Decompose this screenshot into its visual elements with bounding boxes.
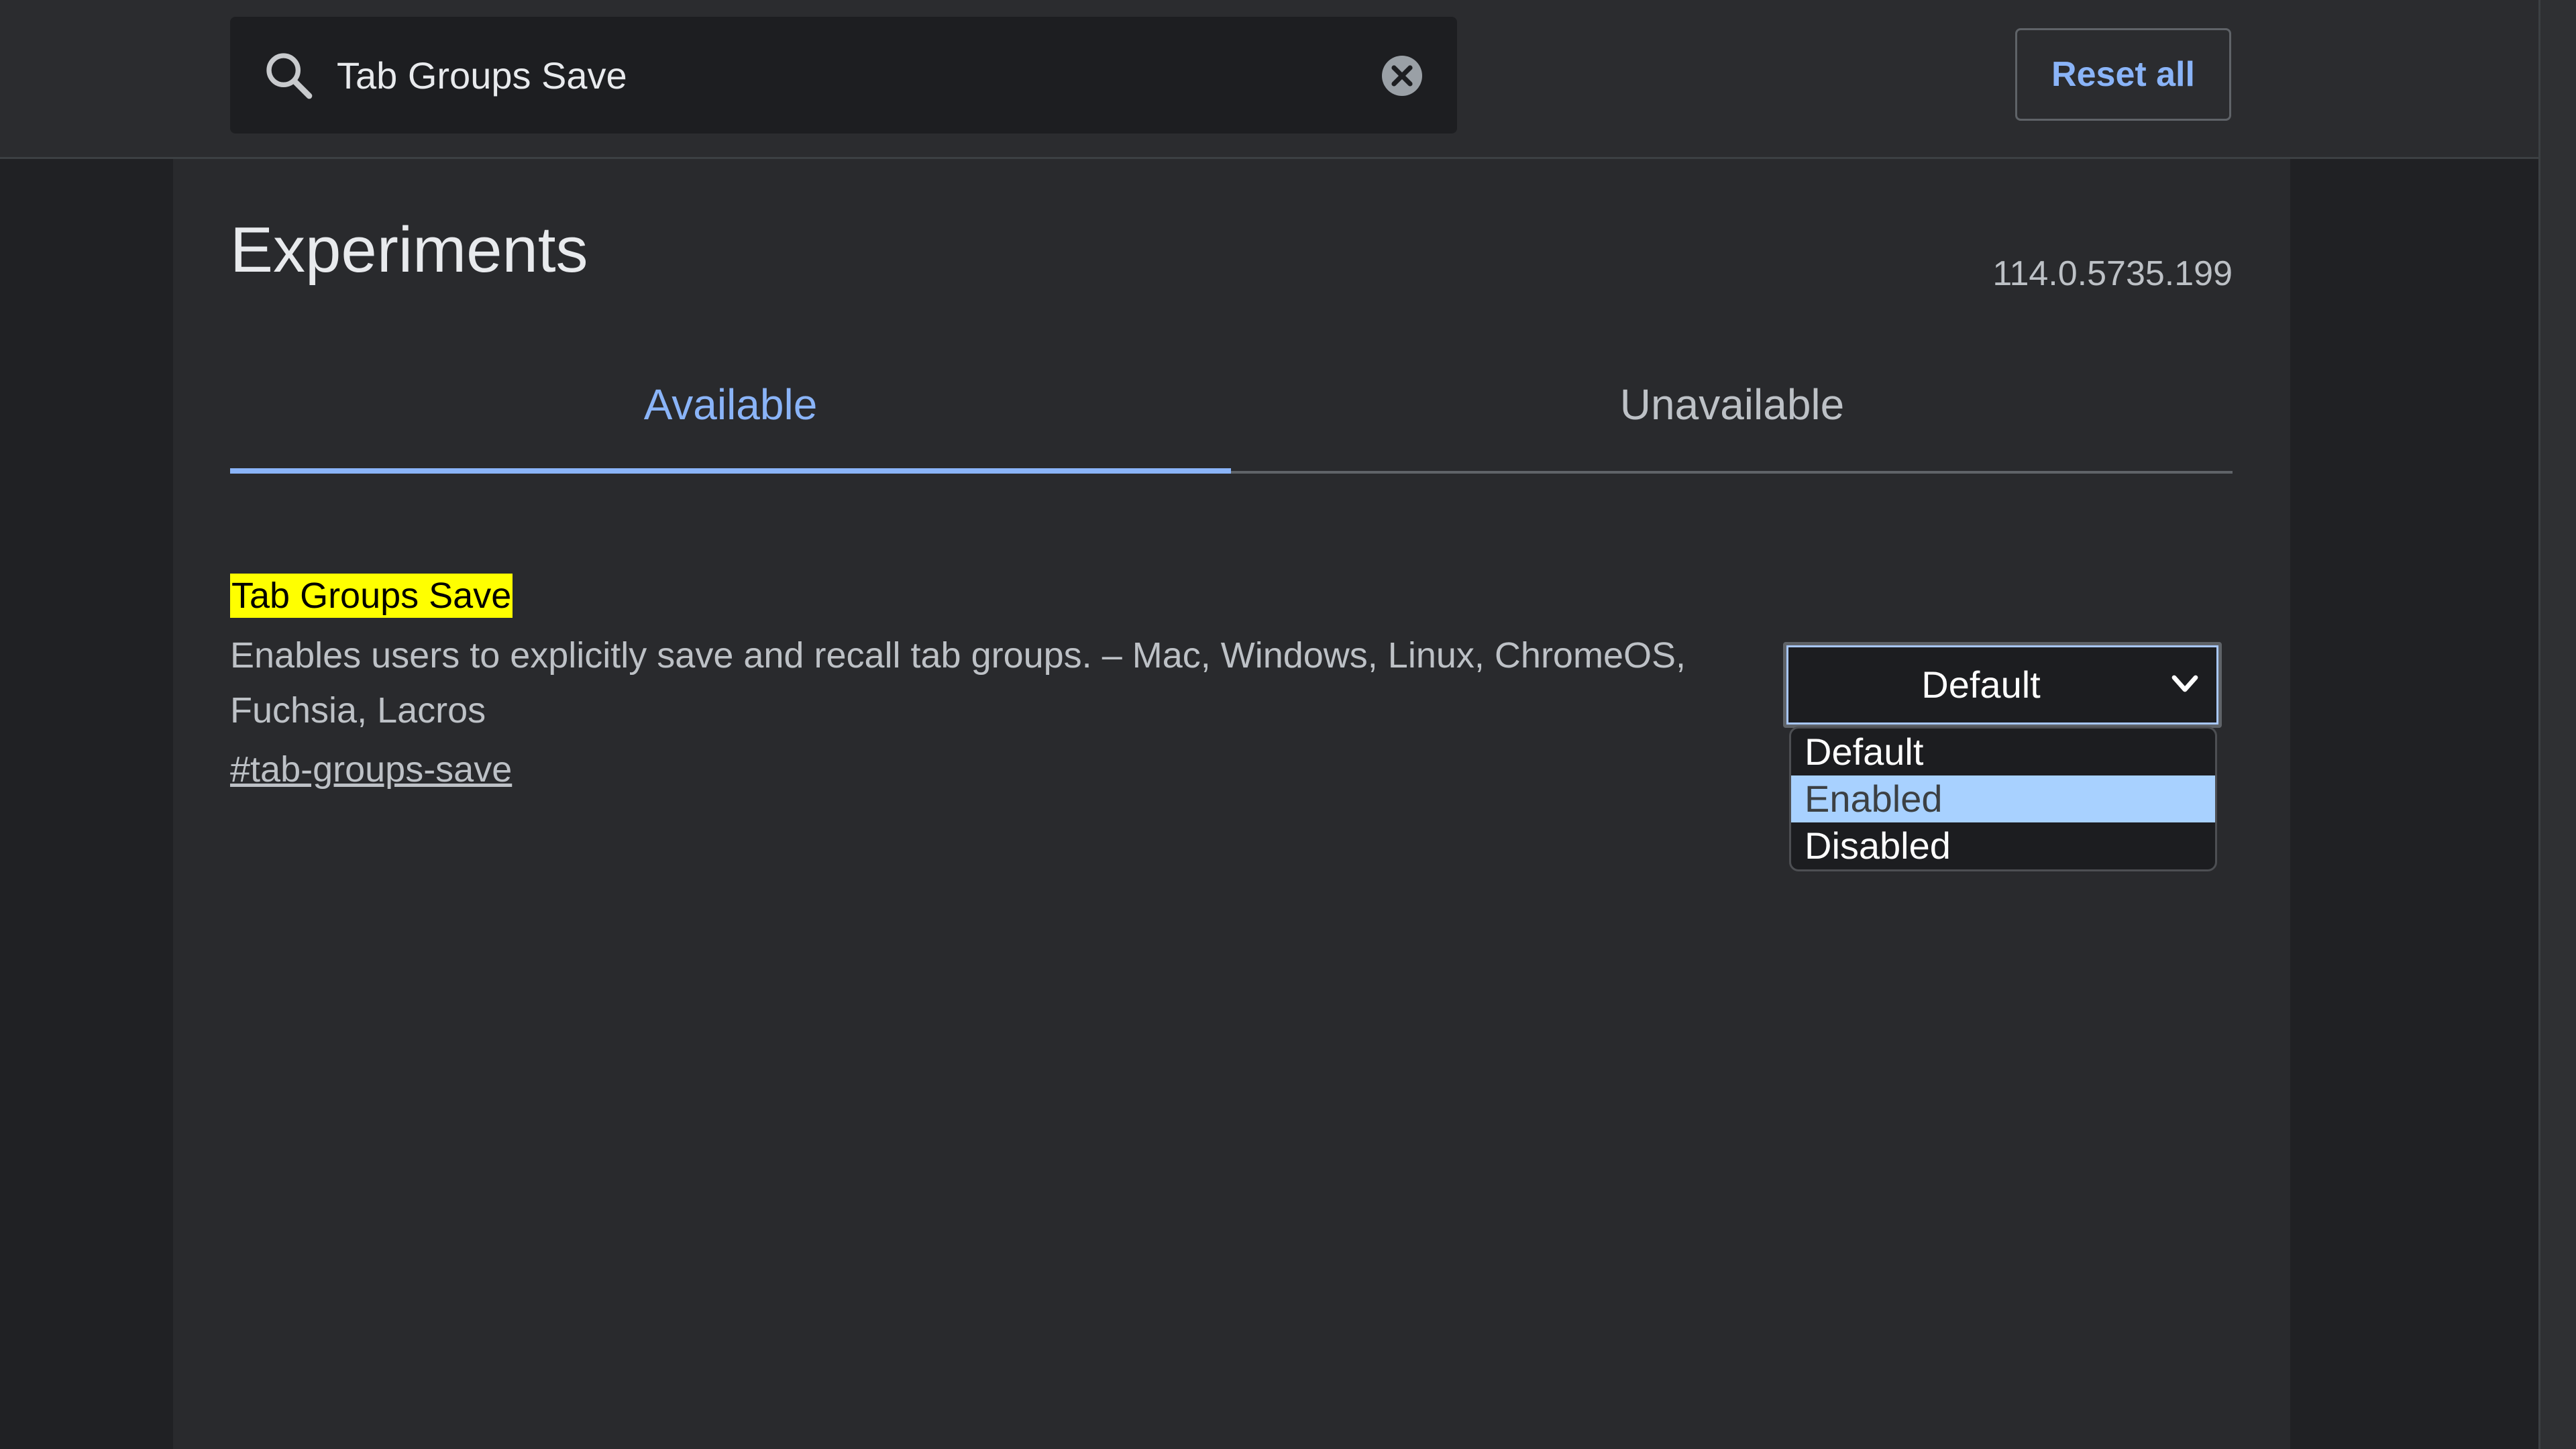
tab-unavailable[interactable]: Unavailable [1232, 362, 2233, 471]
page-title: Experiments [230, 214, 588, 286]
chevron-down-icon [2171, 675, 2198, 692]
option-default[interactable]: Default [1791, 729, 2215, 775]
tab-available[interactable]: Available [230, 362, 1231, 471]
select-dropdown-list: Default Enabled Disabled [1789, 727, 2217, 871]
search-icon [266, 53, 313, 99]
tab-selected-indicator [230, 468, 1231, 474]
select-current-value: Default [1921, 663, 2041, 706]
clear-search-icon[interactable] [1378, 52, 1426, 100]
reset-all-button[interactable]: Reset all [2015, 28, 2231, 121]
search-input[interactable] [337, 44, 1330, 107]
search-box[interactable] [230, 17, 1457, 133]
experiment-description: Enables users to explicitly save and rec… [230, 635, 1686, 731]
experiment-title: Tab Groups Save [230, 574, 513, 618]
scrollbar-track[interactable] [2538, 0, 2576, 1449]
option-enabled[interactable]: Enabled [1791, 775, 2215, 822]
experiment-permalink[interactable]: #tab-groups-save [230, 749, 512, 790]
option-disabled[interactable]: Disabled [1791, 822, 2215, 869]
experiment-state-select[interactable]: Default [1783, 642, 2222, 728]
version-label: 114.0.5735.199 [1992, 254, 2233, 293]
header: Reset all [0, 0, 2538, 159]
tab-bar: Available Unavailable [230, 362, 2233, 474]
